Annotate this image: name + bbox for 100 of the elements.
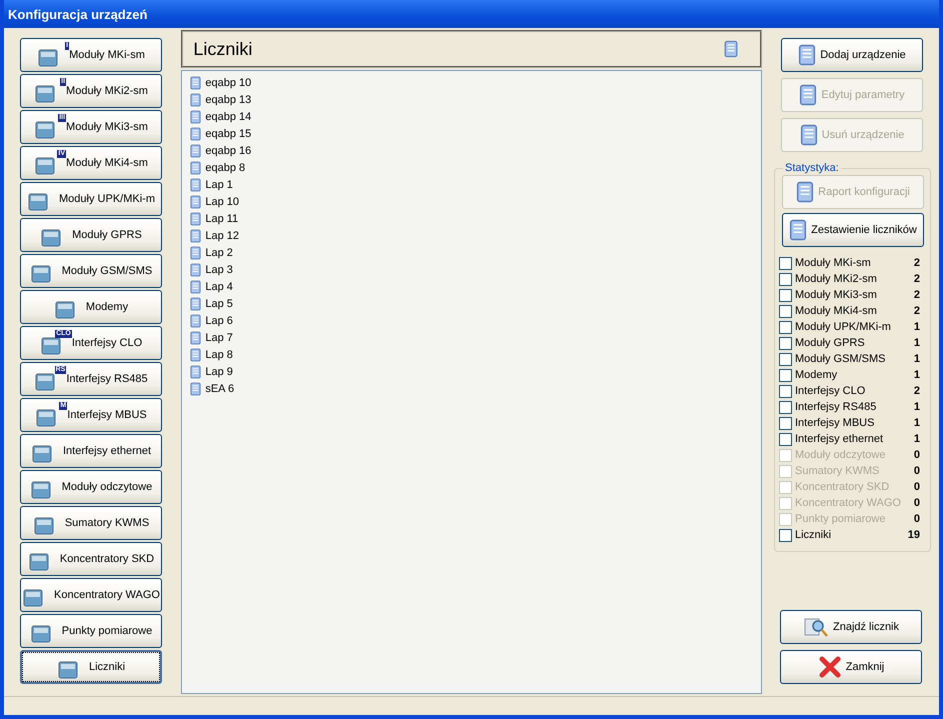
category-button[interactable]: Modemy [20, 290, 162, 324]
category-button[interactable]: Liczniki [20, 650, 162, 684]
meter-icon [190, 296, 202, 310]
count: 2 [914, 273, 921, 285]
meter-icon [190, 348, 202, 362]
document-icon [798, 44, 816, 66]
action-button[interactable]: Dodaj urządzenie [781, 38, 923, 72]
device-icon [35, 408, 58, 426]
category-button[interactable]: Interfejsy ethernet [20, 434, 162, 468]
list-item[interactable]: Lap 5 [190, 295, 753, 312]
device-icon [34, 372, 56, 390]
checkbox[interactable] [779, 400, 792, 414]
count: 1 [914, 417, 921, 429]
list-item[interactable]: eqabp 16 [190, 142, 753, 159]
count: 1 [914, 433, 921, 445]
search-button[interactable]: Znajdź licznik [780, 610, 922, 644]
meter-icon [190, 330, 202, 344]
category-button[interactable]: Koncentratory WAGO [20, 578, 162, 612]
category-button[interactable]: Moduły GPRS [20, 218, 162, 252]
checkbox-label: Moduły MKi-sm [795, 257, 872, 269]
list-item[interactable]: Lap 8 [190, 346, 753, 363]
checkbox[interactable] [779, 304, 792, 318]
category-button[interactable]: Moduły UPK/MKi-m [20, 182, 162, 216]
meter-icon [190, 228, 202, 242]
meter-icon [190, 126, 202, 140]
list-item[interactable]: Lap 3 [190, 261, 753, 278]
meter-icon [190, 212, 202, 226]
checkbox[interactable] [779, 528, 792, 542]
checkbox-label: Liczniki [795, 529, 832, 541]
meter-icon [190, 314, 202, 328]
list-item[interactable]: Lap 9 [190, 363, 753, 380]
meter-icon [190, 280, 202, 294]
checkbox-label: Moduły MKi3-sm [795, 289, 878, 301]
device-icon [28, 552, 50, 570]
device-icon [27, 192, 50, 210]
list-item[interactable]: Lap 12 [190, 227, 753, 244]
checkbox[interactable] [779, 352, 792, 366]
category-button[interactable]: Punkty pomiarowe [20, 614, 162, 648]
meter-icon [190, 246, 202, 260]
list-item[interactable]: sEA 6 [190, 380, 753, 397]
list-item[interactable]: Lap 2 [190, 244, 753, 261]
checkbox-label: Moduły odczytowe [795, 449, 886, 461]
checkbox-label: Interfejsy CLO [795, 385, 866, 397]
device-icon [30, 264, 52, 282]
list-title: Liczniki [193, 38, 252, 60]
list-item[interactable]: Lap 6 [190, 312, 753, 329]
checkbox[interactable] [779, 288, 792, 302]
meter-icon [190, 76, 202, 90]
meter-icon [190, 144, 202, 158]
checkbox-label: Punkty pomiarowe [795, 513, 886, 525]
document-icon [789, 219, 808, 241]
checkbox[interactable] [779, 256, 792, 270]
device-icon [30, 444, 53, 462]
category-button[interactable]: Sumatory KWMS [20, 506, 162, 540]
device-icon [30, 480, 52, 498]
category-button[interactable]: Koncentratory SKD [20, 542, 162, 576]
list-item[interactable]: Lap 1 [190, 176, 753, 193]
list-item[interactable]: Lap 11 [190, 210, 753, 227]
checkbox-label: Interfejsy MBUS [795, 417, 876, 429]
document-icon [800, 124, 818, 146]
list-item[interactable]: eqabp 8 [190, 159, 753, 176]
device-icon [40, 336, 62, 354]
close-button[interactable]: Zamknij [780, 650, 922, 684]
list-item[interactable]: Lap 10 [190, 193, 753, 210]
checkbox[interactable] [779, 272, 792, 286]
checkbox[interactable] [779, 416, 792, 430]
device-icon [37, 48, 60, 66]
checkbox-label: Interfejsy RS485 [795, 401, 878, 413]
list-item[interactable]: eqabp 10 [190, 74, 753, 91]
count: 1 [914, 321, 921, 333]
device-icon [22, 588, 44, 606]
meter-icon [190, 160, 202, 174]
count: 2 [914, 257, 921, 269]
checkbox-label: Moduły UPK/MKi-m [795, 321, 892, 333]
checkbox[interactable] [779, 368, 792, 382]
category-button[interactable]: Moduły GSM/SMS [20, 254, 162, 288]
device-icon [30, 624, 52, 642]
checkbox[interactable] [779, 320, 792, 334]
checkbox-label: Moduły MKi4-sm [795, 305, 878, 317]
checkbox-label: Sumatory KWMS [795, 465, 880, 477]
count: 1 [914, 353, 921, 365]
device-icon [34, 156, 56, 174]
document-icon [796, 181, 814, 203]
count: 19 [908, 529, 921, 541]
checkbox[interactable] [779, 384, 792, 398]
checkbox[interactable] [779, 432, 792, 446]
count: 0 [914, 465, 921, 477]
checkbox[interactable] [779, 336, 792, 350]
list-item[interactable]: eqabp 14 [190, 108, 753, 125]
list-item[interactable]: Lap 7 [190, 329, 753, 346]
meter-icon [190, 178, 202, 192]
close-icon [818, 655, 842, 679]
list-item[interactable]: Lap 4 [190, 278, 753, 295]
list-item[interactable]: eqabp 15 [190, 125, 753, 142]
list-item[interactable]: eqabp 13 [190, 91, 753, 108]
count: 0 [914, 513, 921, 525]
meter-icon [190, 262, 202, 276]
action-button[interactable]: Zestawienie liczników [782, 213, 924, 247]
category-button[interactable]: Moduły odczytowe [20, 470, 162, 504]
meter-icon [190, 364, 202, 378]
